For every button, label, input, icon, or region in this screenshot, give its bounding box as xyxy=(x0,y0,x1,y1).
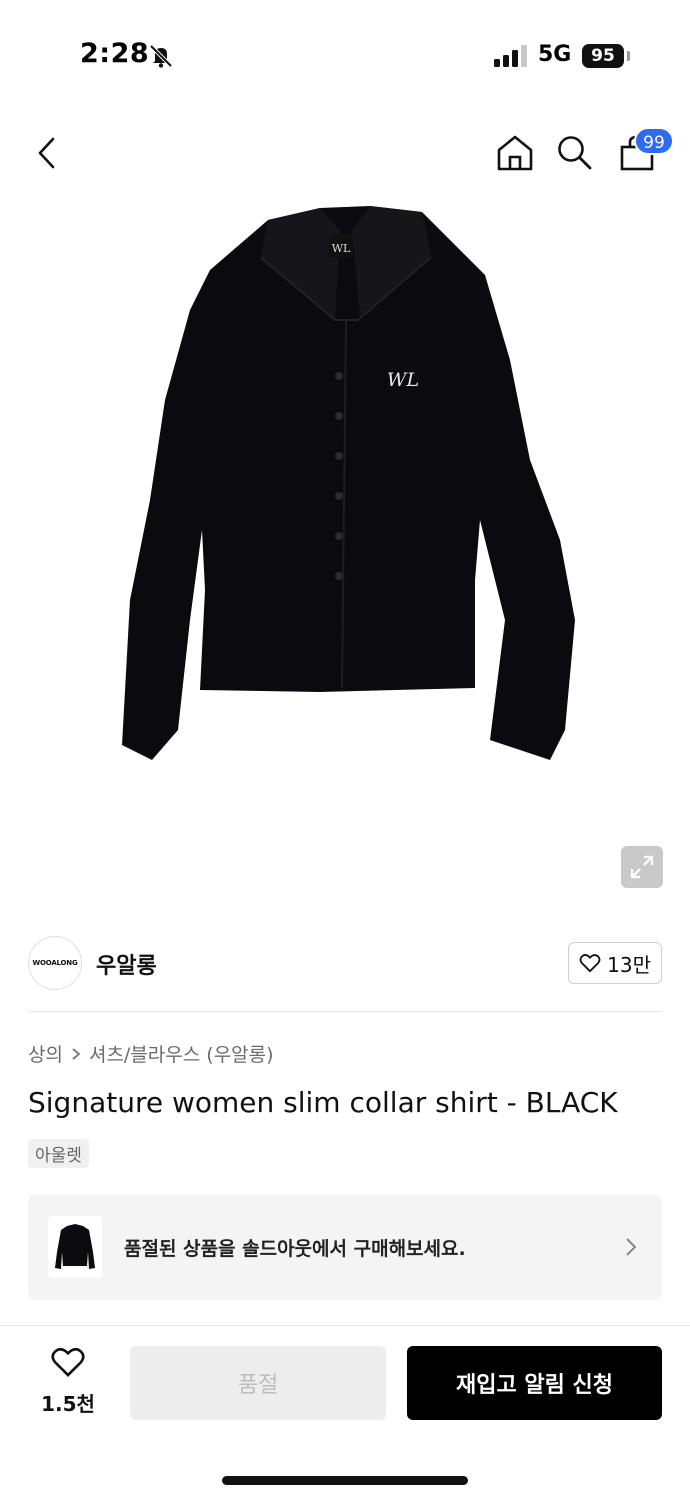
cart-count-badge: 99 xyxy=(634,127,674,155)
banner-text: 품절된 상품을 솔드아웃에서 구매해보세요. xyxy=(124,1238,466,1260)
soldout-banner[interactable]: 품절된 상품을 솔드아웃에서 구매해보세요. xyxy=(28,1194,662,1300)
battery-level: 95 xyxy=(582,44,624,68)
home-button[interactable] xyxy=(490,128,540,178)
search-button[interactable] xyxy=(550,128,600,178)
soldout-button: 품절 xyxy=(130,1346,386,1420)
signal-icon xyxy=(494,45,527,67)
chevron-right-icon xyxy=(626,1238,637,1256)
brand-logo-text: WOOALONG xyxy=(32,959,78,967)
top-nav xyxy=(0,120,690,190)
expand-image-button[interactable] xyxy=(621,846,663,888)
brand-like-count: 13만 xyxy=(607,952,651,977)
heart-icon xyxy=(51,1347,85,1377)
wish-button[interactable]: 1.5천 xyxy=(40,1346,96,1416)
breadcrumb: 상의 셔츠/블라우스 (우알롱) xyxy=(28,1040,274,1067)
expand-icon xyxy=(630,855,654,879)
back-button[interactable] xyxy=(22,128,72,178)
bottom-bar-border xyxy=(0,1325,690,1326)
battery-tip xyxy=(627,51,630,61)
search-icon xyxy=(558,136,592,170)
status-bar: 2:28 5G 95 xyxy=(0,0,690,110)
status-time: 2:28 xyxy=(80,38,150,69)
chevron-right-icon xyxy=(72,1047,81,1060)
banner-thumbnail xyxy=(48,1216,102,1278)
home-icon xyxy=(497,135,533,171)
svg-text:WL: WL xyxy=(332,242,351,255)
divider xyxy=(28,1011,662,1012)
brand-row: WOOALONG 우알롱 13만 xyxy=(28,936,662,992)
brand-like-button[interactable]: 13만 xyxy=(568,942,662,984)
breadcrumb-subcategory[interactable]: 셔츠/블라우스 (우알롱) xyxy=(89,1040,274,1067)
svg-text:WL: WL xyxy=(387,369,419,391)
breadcrumb-category[interactable]: 상의 xyxy=(28,1040,63,1067)
soldout-label: 품절 xyxy=(237,1373,279,1398)
back-icon xyxy=(38,137,55,169)
product-image[interactable]: WL WL xyxy=(110,200,590,770)
brand-name[interactable]: 우알롱 xyxy=(96,948,157,980)
restock-label: 재입고 알림 신청 xyxy=(456,1373,613,1398)
wish-count: 1.5천 xyxy=(41,1392,95,1416)
outlet-tag: 아울렛 xyxy=(28,1139,89,1168)
restock-alert-button[interactable]: 재입고 알림 신청 xyxy=(407,1346,662,1420)
brand-logo[interactable]: WOOALONG xyxy=(28,936,82,990)
network-type: 5G xyxy=(538,42,572,67)
bell-slash-icon xyxy=(149,44,173,68)
home-indicator xyxy=(222,1476,468,1485)
product-title: Signature women slim collar shirt - BLAC… xyxy=(28,1086,618,1119)
heart-icon xyxy=(579,954,601,973)
